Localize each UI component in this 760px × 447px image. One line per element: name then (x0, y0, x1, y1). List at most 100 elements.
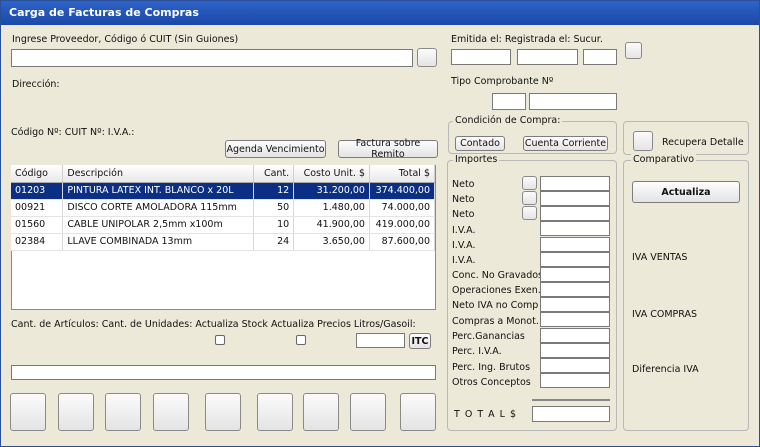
neto-iva-no-comp-input[interactable] (540, 297, 610, 312)
agenda-vencimiento-button[interactable]: Agenda Vencimiento (225, 140, 326, 158)
iva-input-3[interactable] (540, 252, 610, 267)
perc-ing-brutos-input[interactable] (540, 358, 610, 373)
emitida-registrada-sucursal-label: Emitida el: Registrada el: Sucur. (451, 34, 603, 45)
cell-descripcion: CABLE UNIPOLAR 2,5mm x100m (62, 216, 255, 234)
neto-input-2[interactable] (540, 191, 610, 206)
articulos-summary-label: Cant. de Artículos: Cant. de Unidades: A… (11, 319, 416, 330)
action-button-9[interactable] (400, 393, 436, 431)
operaciones-exentas-input[interactable] (540, 282, 610, 297)
main-window: Carga de Facturas de Compras Ingrese Pro… (0, 0, 760, 447)
action-button-8[interactable] (350, 393, 386, 431)
sucursal-input[interactable] (583, 49, 617, 65)
perc-iva-input[interactable] (540, 343, 610, 358)
contado-button[interactable]: Contado (455, 136, 505, 151)
cell-cant: 24 (253, 233, 295, 251)
compras-monot-label: Compras a Monot. (452, 316, 539, 327)
recupera-detalle-button[interactable] (633, 131, 653, 151)
cell-total: 87.600,00 (369, 233, 436, 251)
otros-conceptos-input[interactable] (540, 373, 610, 388)
observaciones-input[interactable] (11, 365, 436, 380)
cell-costo: 3.650,00 (293, 233, 370, 251)
action-button-2[interactable] (58, 393, 94, 431)
date-picker-button[interactable] (625, 42, 642, 59)
total-label: T O T A L $ (454, 409, 518, 420)
iva-input-2[interactable] (540, 237, 610, 252)
compras-monot-input[interactable] (540, 312, 610, 327)
cell-descripcion: PINTURA LATEX INT. BLANCO x 20L (62, 182, 255, 200)
cell-cant: 10 (253, 216, 295, 234)
col-codigo[interactable]: Código (11, 165, 64, 183)
total-input[interactable] (532, 406, 610, 422)
recupera-detalle-label: Recupera Detalle (662, 137, 744, 148)
iva-input-1[interactable] (540, 221, 610, 236)
cell-codigo: 00921 (11, 199, 64, 217)
iva-compras-label: IVA COMPRAS (632, 309, 697, 320)
iva-label-3: I.V.A. (452, 255, 476, 266)
cell-total: 74.000,00 (369, 199, 436, 217)
proveedor-search-button[interactable] (417, 48, 437, 67)
window-title: Carga de Facturas de Compras (1, 1, 759, 25)
table-row[interactable]: 02384 LLAVE COMBINADA 13mm 24 3.650,00 8… (11, 233, 436, 251)
iva-label-2: I.V.A. (452, 240, 476, 251)
action-button-5[interactable] (205, 393, 241, 431)
neto-input-1[interactable] (540, 176, 610, 191)
condicion-compra-title: Condición de Compra: (453, 115, 563, 126)
proveedor-input[interactable] (11, 49, 413, 67)
emitida-date-input[interactable] (451, 49, 511, 65)
cell-descripcion: LLAVE COMBINADA 13mm (62, 233, 255, 251)
perc-ganancias-input[interactable] (540, 328, 610, 343)
comparativo-title: Comparativo (631, 154, 697, 165)
neto-input-3[interactable] (540, 206, 610, 221)
iva-ventas-label: IVA VENTAS (632, 252, 688, 263)
cell-costo: 31.200,00 (293, 182, 370, 200)
cell-cant: 12 (253, 182, 295, 200)
action-button-4[interactable] (153, 393, 189, 431)
diferencia-iva-label: Diferencia IVA (632, 364, 699, 375)
col-total[interactable]: Total $ (369, 165, 436, 183)
neto-label-2: Neto (452, 194, 475, 205)
col-costo-unit[interactable]: Costo Unit. $ (293, 165, 370, 183)
action-button-3[interactable] (105, 393, 141, 431)
iva-label-1: I.V.A. (452, 225, 476, 236)
cell-costo: 1.480,00 (293, 199, 370, 217)
actualiza-stock-checkbox[interactable] (215, 335, 225, 345)
action-button-1[interactable] (10, 393, 46, 431)
cell-cant: 50 (253, 199, 295, 217)
operaciones-exentas-label: Operaciones Exen. (452, 285, 541, 296)
factura-sobre-remito-button[interactable]: Factura sobre Remito (338, 138, 438, 160)
cell-total: 374.400,00 (369, 182, 436, 200)
perc-ganancias-label: Perc.Ganancias (452, 331, 525, 342)
perc-iva-label: Perc. I.V.A. (452, 346, 502, 357)
actualiza-button[interactable]: Actualiza (632, 181, 740, 203)
otros-conceptos-label: Otros Conceptos (452, 377, 531, 388)
neto-label-3: Neto (452, 209, 475, 220)
litros-gasoil-input[interactable] (356, 333, 405, 348)
table-row[interactable]: 01203 PINTURA LATEX INT. BLANCO x 20L 12… (11, 182, 436, 200)
itc-button[interactable]: ITC (409, 333, 431, 349)
conc-no-gravados-input[interactable] (540, 267, 610, 282)
col-cant[interactable]: Cant. (253, 165, 295, 183)
cell-codigo: 01203 (11, 182, 64, 200)
neto-button-2[interactable] (522, 191, 537, 205)
action-button-6[interactable] (257, 393, 293, 431)
cell-codigo: 01560 (11, 216, 64, 234)
neto-button-1[interactable] (522, 176, 537, 190)
cuenta-corriente-button[interactable]: Cuenta Corriente (523, 136, 608, 151)
neto-button-3[interactable] (522, 206, 537, 220)
proveedor-label: Ingrese Proveedor, Código ó CUIT (Sin Gu… (12, 34, 239, 45)
col-descripcion[interactable]: Descripción (62, 165, 255, 183)
total-divider (532, 399, 610, 401)
items-table[interactable]: Código Descripción Cant. Costo Unit. $ T… (11, 165, 436, 251)
neto-label-1: Neto (452, 179, 475, 190)
table-row[interactable]: 01560 CABLE UNIPOLAR 2,5mm x100m 10 41.9… (11, 216, 436, 234)
registrada-date-input[interactable] (517, 49, 578, 65)
tipo-comprobante-input[interactable] (492, 93, 526, 110)
table-row[interactable]: 00921 DISCO CORTE AMOLADORA 115mm 50 1.4… (11, 199, 436, 217)
action-button-7[interactable] (303, 393, 339, 431)
cell-codigo: 02384 (11, 233, 64, 251)
numero-comprobante-input[interactable] (529, 93, 617, 110)
cell-costo: 41.900,00 (293, 216, 370, 234)
actualiza-precios-checkbox[interactable] (296, 335, 306, 345)
neto-iva-no-comp-label: Neto IVA no Comp (452, 300, 539, 311)
perc-ing-brutos-label: Perc. Ing. Brutos (452, 362, 531, 373)
